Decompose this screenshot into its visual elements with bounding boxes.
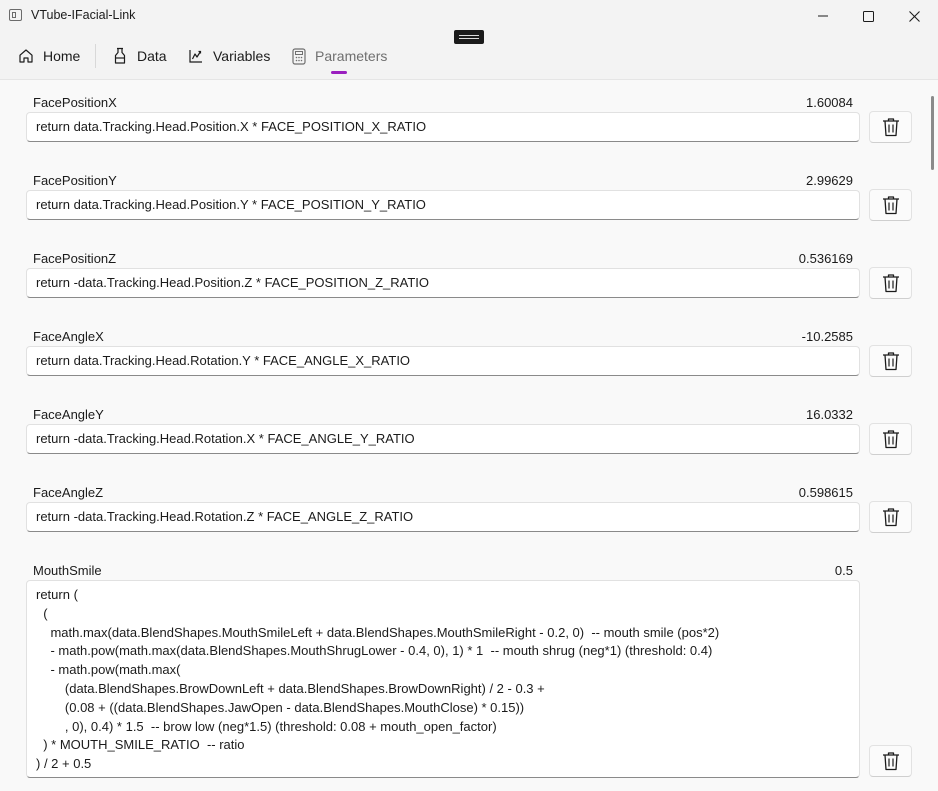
tab-parameters[interactable]: Parameters	[292, 38, 387, 74]
delete-parameter-button[interactable]	[869, 501, 912, 533]
maximize-icon	[862, 10, 874, 22]
expression-input[interactable]: return data.Tracking.Head.Position.Y * F…	[26, 190, 860, 220]
home-icon	[19, 49, 33, 63]
parameter-value: 16.0332	[806, 407, 853, 422]
tab-data-label: Data	[137, 48, 167, 64]
parameters-list[interactable]: FacePositionX 1.60084 return data.Tracki…	[0, 80, 938, 791]
parameter-value: 1.60084	[806, 95, 853, 110]
vertical-scrollbar[interactable]	[931, 96, 934, 170]
calculator-icon	[292, 47, 306, 65]
tab-home[interactable]: Home	[18, 38, 80, 74]
expression-input[interactable]: return -data.Tracking.Head.Position.Z * …	[26, 268, 860, 298]
expression-input[interactable]: return -data.Tracking.Head.Rotation.X * …	[26, 424, 860, 454]
parameter-name: FacePositionZ	[33, 251, 117, 266]
parameter-name: FaceAngleZ	[33, 485, 104, 500]
delete-parameter-button[interactable]	[869, 189, 912, 221]
expression-input[interactable]: return -data.Tracking.Head.Rotation.Z * …	[26, 502, 860, 532]
trash-icon	[882, 274, 899, 293]
expression-input[interactable]: return data.Tracking.Head.Position.X * F…	[26, 112, 860, 142]
parameter-value: 0.536169	[798, 251, 853, 266]
tab-data[interactable]: Data	[112, 38, 167, 74]
expression-input[interactable]: return ( ( math.max(data.BlendShapes.Mou…	[26, 580, 860, 778]
parameter-value: -10.2585	[801, 329, 853, 344]
parameter-name: MouthSmile	[33, 563, 102, 578]
nav-separator	[95, 44, 96, 68]
selected-tab-indicator	[331, 71, 347, 74]
parameter-name: FacePositionX	[33, 95, 117, 110]
parameter-name: FaceAngleY	[33, 407, 104, 422]
nav-bar: Home Data Variables Parameters	[0, 38, 938, 74]
trash-icon	[882, 752, 899, 771]
function-icon	[189, 50, 202, 63]
parameter-name: FaceAngleX	[33, 329, 104, 344]
maximize-button[interactable]	[845, 0, 891, 32]
close-button[interactable]	[891, 0, 937, 32]
minimize-icon	[818, 15, 828, 17]
parameter-value: 0.5	[834, 563, 853, 578]
tab-home-label: Home	[43, 48, 81, 64]
minimize-button[interactable]	[800, 0, 846, 32]
trash-icon	[882, 196, 899, 215]
trash-icon	[882, 430, 899, 449]
delete-parameter-button[interactable]	[869, 745, 912, 777]
close-icon	[908, 10, 920, 22]
tab-parameters-label: Parameters	[315, 48, 388, 64]
expression-input[interactable]: return data.Tracking.Head.Rotation.Y * F…	[26, 346, 860, 376]
trash-icon	[882, 508, 899, 527]
window-title: VTube-IFacial-Link	[31, 8, 136, 22]
trash-icon	[882, 352, 899, 371]
tab-variables[interactable]: Variables	[188, 38, 270, 74]
trash-icon	[882, 118, 899, 137]
delete-parameter-button[interactable]	[869, 423, 912, 455]
parameter-value: 2.99629	[806, 173, 853, 188]
delete-parameter-button[interactable]	[869, 267, 912, 299]
parameter-value: 0.598615	[798, 485, 853, 500]
delete-parameter-button[interactable]	[869, 111, 912, 143]
delete-parameter-button[interactable]	[869, 345, 912, 377]
title-bar: VTube-IFacial-Link	[0, 0, 938, 32]
flask-icon	[114, 47, 126, 64]
parameter-name: FacePositionY	[33, 173, 117, 188]
app-window-icon	[9, 9, 22, 21]
tab-variables-label: Variables	[213, 48, 271, 64]
